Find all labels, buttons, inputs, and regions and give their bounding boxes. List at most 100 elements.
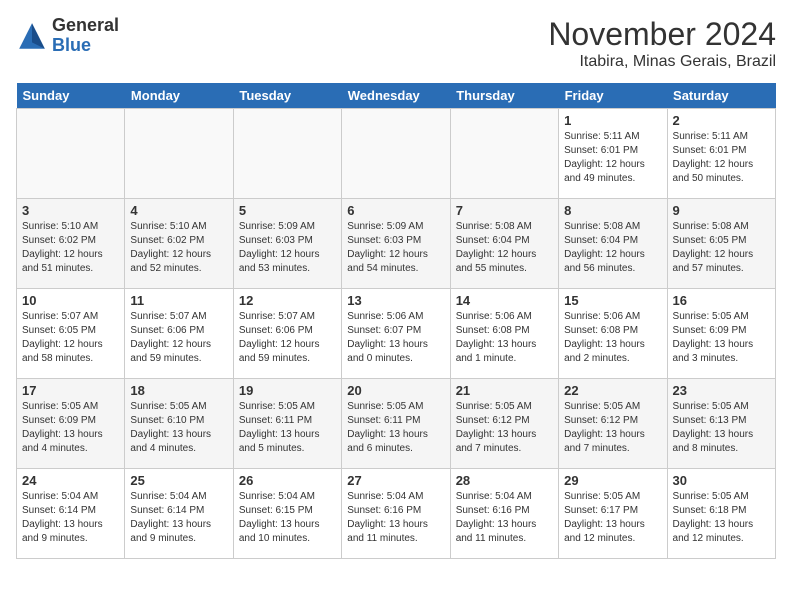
title-block: November 2024 Itabira, Minas Gerais, Bra… [548,16,776,71]
calendar-cell: 5 Sunrise: 5:09 AM Sunset: 6:03 PM Daylig… [233,199,341,289]
day-detail: Sunrise: 5:10 AM Sunset: 6:02 PM Dayligh… [22,220,119,276]
day-number: 2 [673,113,770,128]
day-detail: Sunrise: 5:05 AM Sunset: 6:09 PM Dayligh… [22,400,119,456]
calendar-cell: 27Sunrise: 5:04 AM Sunset: 6:16 PM Dayli… [342,469,450,559]
calendar-cell: 20 Sunrise: 5:05 AM Sunset: 6:11 PM Dayli… [342,379,450,469]
calendar-cell: 7 Sunrise: 5:08 AM Sunset: 6:04 PM Daylig… [450,199,558,289]
day-detail: Sunrise: 5:04 AM Sunset: 6:15 PM Dayligh… [239,490,336,546]
day-detail: Sunrise: 5:05 AM Sunset: 6:17 PM Dayligh… [564,490,661,546]
day-detail: Sunrise: 5:04 AM Sunset: 6:14 PM Dayligh… [22,490,119,546]
day-number: 29 [564,473,661,488]
day-detail: Sunrise: 5:07 AM Sunset: 6:06 PM Dayligh… [239,310,336,366]
logo: General Blue [16,16,119,56]
column-header-friday: Friday [559,83,667,109]
day-number: 23 [673,383,770,398]
day-number: 24 [22,473,119,488]
calendar-cell: 11Sunrise: 5:07 AM Sunset: 6:06 PM Dayli… [125,289,233,379]
calendar-cell: 4 Sunrise: 5:10 AM Sunset: 6:02 PM Daylig… [125,199,233,289]
calendar-table: SundayMondayTuesdayWednesdayThursdayFrid… [16,83,776,559]
calendar-cell: 17 Sunrise: 5:05 AM Sunset: 6:09 PM Dayli… [17,379,125,469]
day-detail: Sunrise: 5:08 AM Sunset: 6:04 PM Dayligh… [456,220,553,276]
day-detail: Sunrise: 5:05 AM Sunset: 6:10 PM Dayligh… [130,400,227,456]
day-detail: Sunrise: 5:06 AM Sunset: 6:08 PM Dayligh… [456,310,553,366]
day-detail: Sunrise: 5:11 AM Sunset: 6:01 PM Dayligh… [673,130,770,186]
logo-icon [16,20,48,52]
day-detail: Sunrise: 5:11 AM Sunset: 6:01 PM Dayligh… [564,130,661,186]
day-detail: Sunrise: 5:09 AM Sunset: 6:03 PM Dayligh… [239,220,336,276]
day-number: 16 [673,293,770,308]
day-number: 26 [239,473,336,488]
calendar-week-3: 10 Sunrise: 5:07 AM Sunset: 6:05 PM Dayli… [17,289,776,379]
day-number: 21 [456,383,553,398]
location: Itabira, Minas Gerais, Brazil [548,53,776,71]
day-number: 6 [347,203,444,218]
calendar-cell: 21Sunrise: 5:05 AM Sunset: 6:12 PM Dayli… [450,379,558,469]
calendar-cell: 25 Sunrise: 5:04 AM Sunset: 6:14 PM Dayli… [125,469,233,559]
calendar-cell: 14 Sunrise: 5:06 AM Sunset: 6:08 PM Dayli… [450,289,558,379]
calendar-cell: 9 Sunrise: 5:08 AM Sunset: 6:05 PM Daylig… [667,199,775,289]
calendar-cell [233,109,341,199]
calendar-cell: 6Sunrise: 5:09 AM Sunset: 6:03 PM Daylig… [342,199,450,289]
calendar-cell: 28 Sunrise: 5:04 AM Sunset: 6:16 PM Dayli… [450,469,558,559]
calendar-cell: 3 Sunrise: 5:10 AM Sunset: 6:02 PM Daylig… [17,199,125,289]
calendar-cell: 16 Sunrise: 5:05 AM Sunset: 6:09 PM Dayli… [667,289,775,379]
day-detail: Sunrise: 5:07 AM Sunset: 6:05 PM Dayligh… [22,310,119,366]
day-number: 17 [22,383,119,398]
day-detail: Sunrise: 5:08 AM Sunset: 6:04 PM Dayligh… [564,220,661,276]
day-number: 10 [22,293,119,308]
day-number: 28 [456,473,553,488]
calendar-cell [342,109,450,199]
logo-general: General [52,16,119,36]
column-header-thursday: Thursday [450,83,558,109]
day-number: 20 [347,383,444,398]
calendar-cell: 12Sunrise: 5:07 AM Sunset: 6:06 PM Dayli… [233,289,341,379]
calendar-cell: 19 Sunrise: 5:05 AM Sunset: 6:11 PM Dayli… [233,379,341,469]
day-detail: Sunrise: 5:05 AM Sunset: 6:11 PM Dayligh… [347,400,444,456]
calendar-cell: 13Sunrise: 5:06 AM Sunset: 6:07 PM Dayli… [342,289,450,379]
calendar-cell [125,109,233,199]
day-detail: Sunrise: 5:05 AM Sunset: 6:13 PM Dayligh… [673,400,770,456]
logo-blue: Blue [52,36,119,56]
calendar-cell: 22Sunrise: 5:05 AM Sunset: 6:12 PM Dayli… [559,379,667,469]
day-number: 5 [239,203,336,218]
day-number: 7 [456,203,553,218]
calendar-header-row: SundayMondayTuesdayWednesdayThursdayFrid… [17,83,776,109]
day-detail: Sunrise: 5:05 AM Sunset: 6:11 PM Dayligh… [239,400,336,456]
day-number: 4 [130,203,227,218]
day-number: 15 [564,293,661,308]
day-number: 22 [564,383,661,398]
column-header-sunday: Sunday [17,83,125,109]
column-header-monday: Monday [125,83,233,109]
day-detail: Sunrise: 5:04 AM Sunset: 6:16 PM Dayligh… [456,490,553,546]
calendar-cell: 8 Sunrise: 5:08 AM Sunset: 6:04 PM Daylig… [559,199,667,289]
calendar-cell: 18Sunrise: 5:05 AM Sunset: 6:10 PM Dayli… [125,379,233,469]
day-detail: Sunrise: 5:07 AM Sunset: 6:06 PM Dayligh… [130,310,227,366]
day-detail: Sunrise: 5:10 AM Sunset: 6:02 PM Dayligh… [130,220,227,276]
column-header-saturday: Saturday [667,83,775,109]
calendar-cell: 10 Sunrise: 5:07 AM Sunset: 6:05 PM Dayli… [17,289,125,379]
day-detail: Sunrise: 5:06 AM Sunset: 6:07 PM Dayligh… [347,310,444,366]
calendar-week-5: 24 Sunrise: 5:04 AM Sunset: 6:14 PM Dayli… [17,469,776,559]
calendar-cell [17,109,125,199]
calendar-week-2: 3 Sunrise: 5:10 AM Sunset: 6:02 PM Daylig… [17,199,776,289]
day-number: 14 [456,293,553,308]
day-detail: Sunrise: 5:04 AM Sunset: 6:14 PM Dayligh… [130,490,227,546]
day-number: 19 [239,383,336,398]
calendar-cell: 1 Sunrise: 5:11 AM Sunset: 6:01 PM Daylig… [559,109,667,199]
calendar-week-1: 1 Sunrise: 5:11 AM Sunset: 6:01 PM Daylig… [17,109,776,199]
day-detail: Sunrise: 5:08 AM Sunset: 6:05 PM Dayligh… [673,220,770,276]
day-detail: Sunrise: 5:05 AM Sunset: 6:09 PM Dayligh… [673,310,770,366]
day-number: 9 [673,203,770,218]
day-detail: Sunrise: 5:06 AM Sunset: 6:08 PM Dayligh… [564,310,661,366]
day-detail: Sunrise: 5:04 AM Sunset: 6:16 PM Dayligh… [347,490,444,546]
day-number: 1 [564,113,661,128]
day-number: 3 [22,203,119,218]
day-number: 8 [564,203,661,218]
day-number: 25 [130,473,227,488]
logo-text: General Blue [52,16,119,56]
column-header-tuesday: Tuesday [233,83,341,109]
day-detail: Sunrise: 5:05 AM Sunset: 6:18 PM Dayligh… [673,490,770,546]
page-header: General Blue November 2024 Itabira, Mina… [16,16,776,71]
calendar-cell: 23 Sunrise: 5:05 AM Sunset: 6:13 PM Dayli… [667,379,775,469]
month-title: November 2024 [548,16,776,53]
